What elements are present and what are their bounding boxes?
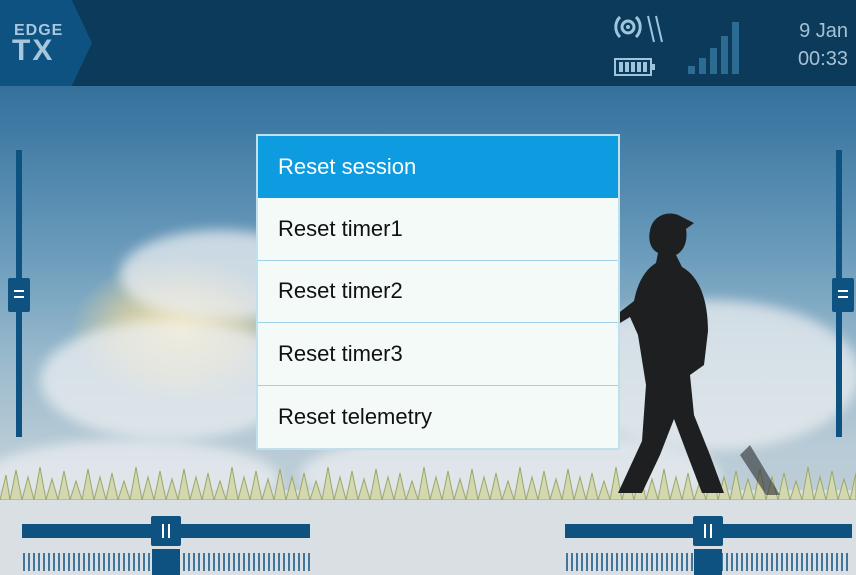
menu-item-reset-timer3[interactable]: Reset timer3 bbox=[258, 323, 618, 386]
menu-item-label: Reset telemetry bbox=[278, 403, 433, 429]
logo-text-bottom: TX bbox=[12, 34, 55, 67]
top-bar: EDGE TX 9 Jan 00:33 bbox=[0, 0, 856, 86]
trim-right-horizontal-handle[interactable] bbox=[693, 516, 723, 546]
edgetx-logo-tab[interactable]: EDGE TX bbox=[0, 0, 92, 86]
date-label: 9 Jan bbox=[799, 20, 848, 42]
trim-right-vertical-handle[interactable] bbox=[832, 278, 854, 312]
signal-strength-icon bbox=[688, 22, 739, 74]
menu-item-reset-session[interactable]: Reset session bbox=[258, 136, 618, 199]
battery-icon bbox=[614, 58, 655, 76]
reset-popup-menu: Reset session Reset timer1 Reset timer2 … bbox=[256, 134, 620, 450]
slider-scale-left-marker bbox=[152, 549, 180, 575]
trim-left-horizontal-handle[interactable] bbox=[151, 516, 181, 546]
menu-item-label: Reset timer3 bbox=[278, 340, 403, 366]
menu-item-reset-timer2[interactable]: Reset timer2 bbox=[258, 261, 618, 324]
time-label: 00:33 bbox=[797, 48, 848, 70]
antenna-icon bbox=[614, 15, 663, 43]
menu-item-reset-timer1[interactable]: Reset timer1 bbox=[258, 198, 618, 261]
menu-item-label: Reset timer1 bbox=[278, 216, 403, 242]
menu-item-label: Reset session bbox=[278, 153, 417, 179]
trim-left-vertical-handle[interactable] bbox=[8, 278, 30, 312]
menu-item-reset-telemetry[interactable]: Reset telemetry bbox=[258, 386, 618, 448]
slider-scale-right-marker bbox=[694, 549, 722, 575]
menu-item-label: Reset timer2 bbox=[278, 278, 403, 304]
